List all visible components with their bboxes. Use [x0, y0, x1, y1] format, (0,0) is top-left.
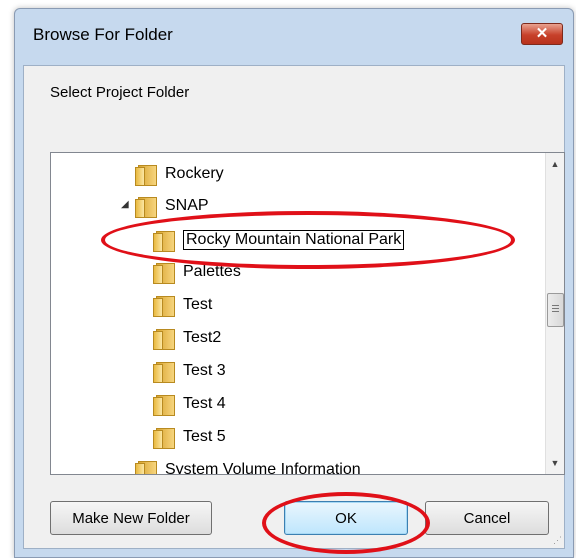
tree-item-test-5[interactable]: Test 5 — [153, 422, 226, 452]
folder-icon — [153, 229, 175, 252]
folder-tree-items: Rockery ◢ SNAP Rocky Mountain National P… — [51, 153, 546, 474]
dialog-title: Browse For Folder — [33, 25, 173, 44]
resize-grip-icon[interactable]: ⋰ — [553, 535, 562, 546]
dialog-body: Select Project Folder Rockery ◢ SNAP Roc… — [23, 65, 565, 549]
tree-item-snap[interactable]: SNAP — [135, 191, 209, 221]
close-icon: ✕ — [535, 25, 549, 42]
scroll-up-arrow-icon[interactable]: ▲ — [546, 155, 564, 173]
folder-icon — [135, 459, 157, 474]
tree-item-palettes[interactable]: Palettes — [153, 257, 241, 287]
tree-item-test[interactable]: Test — [153, 290, 212, 320]
folder-icon — [153, 426, 175, 449]
cancel-button[interactable]: Cancel — [425, 501, 549, 535]
folder-icon — [153, 393, 175, 416]
tree-item-label: System Volume Information — [165, 461, 361, 474]
tree-item-label: Palettes — [183, 263, 241, 280]
tree-item-test-3[interactable]: Test 3 — [153, 356, 226, 386]
title-bar[interactable]: Browse For Folder ✕ — [15, 9, 573, 65]
folder-icon — [153, 327, 175, 350]
browse-folder-dialog: Browse For Folder ✕ Select Project Folde… — [14, 8, 574, 558]
folder-tree[interactable]: Rockery ◢ SNAP Rocky Mountain National P… — [50, 152, 565, 475]
prompt-label: Select Project Folder — [50, 84, 190, 101]
tree-item-system-volume[interactable]: System Volume Information — [135, 455, 361, 474]
tree-item-label: Test — [183, 296, 213, 313]
folder-icon — [153, 360, 175, 383]
close-button[interactable]: ✕ — [521, 23, 563, 45]
tree-item-label: Test 3 — [183, 362, 226, 379]
folder-icon — [135, 195, 157, 218]
tree-item-rocky-mountain[interactable]: Rocky Mountain National Park — [153, 225, 405, 255]
scroll-down-arrow-icon[interactable]: ▼ — [546, 454, 564, 472]
scroll-thumb[interactable] — [547, 293, 564, 327]
tree-item-label: Test2 — [183, 329, 222, 346]
tree-item-label: SNAP — [165, 197, 209, 214]
tree-item-test2[interactable]: Test2 — [153, 323, 221, 353]
tree-item-test-4[interactable]: Test 4 — [153, 389, 226, 419]
vertical-scrollbar[interactable]: ▲ ▼ — [545, 153, 564, 474]
ok-button[interactable]: OK — [284, 501, 408, 535]
tree-item-label: Test 5 — [183, 428, 226, 445]
make-new-folder-button[interactable]: Make New Folder — [50, 501, 212, 535]
folder-icon — [135, 163, 157, 186]
tree-item-rockery[interactable]: Rockery — [135, 159, 224, 189]
tree-item-label: Test 4 — [183, 395, 226, 412]
tree-item-label: Rockery — [165, 165, 224, 182]
folder-icon — [153, 294, 175, 317]
collapse-arrow-icon[interactable]: ◢ — [121, 199, 129, 210]
rename-input[interactable]: Rocky Mountain National Park — [183, 230, 405, 250]
folder-icon — [153, 261, 175, 284]
